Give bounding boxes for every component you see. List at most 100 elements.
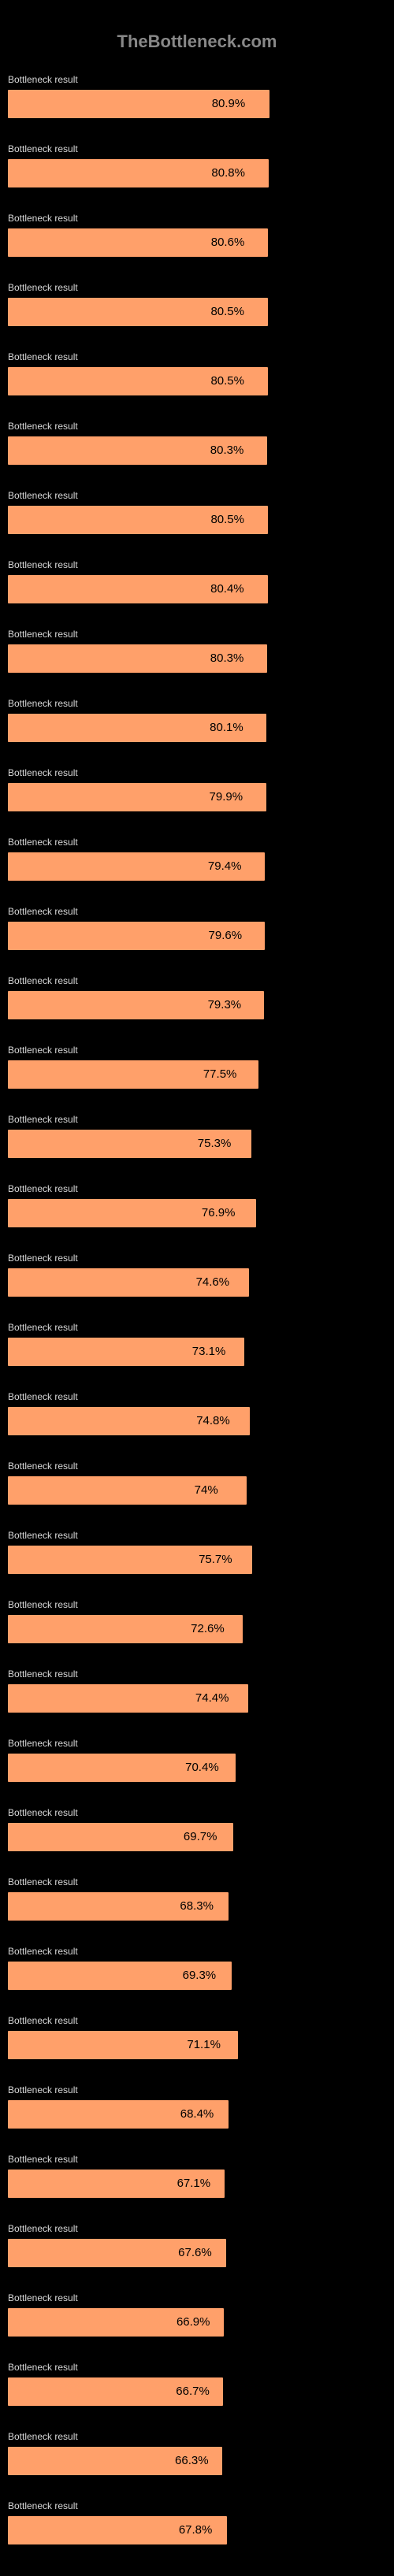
bar-value: 77.5% — [203, 1060, 237, 1089]
bar-wrap: 79.4% — [8, 852, 331, 881]
chart-row-label: Bottleneck result — [8, 1668, 386, 1680]
bar-value: 66.3% — [175, 2447, 209, 2475]
chart-row: Bottleneck result79.3% — [8, 975, 386, 1019]
chart-row: Bottleneck result80.4% — [8, 559, 386, 603]
bar-value: 67.8% — [179, 2516, 213, 2544]
chart-row-label: Bottleneck result — [8, 2015, 386, 2026]
chart-row-label: Bottleneck result — [8, 767, 386, 778]
chart-row-label: Bottleneck result — [8, 2154, 386, 2165]
bar-value: 80.9% — [212, 90, 246, 118]
chart-row: Bottleneck result 67.6% — [8, 2223, 386, 2267]
bar-wrap: 80.6% — [8, 228, 331, 257]
bar-value: 79.9% — [210, 783, 243, 811]
bar-wrap: 67.6% — [8, 2239, 331, 2267]
bar-value: 74.4% — [195, 1684, 229, 1713]
bar-value: 74.6% — [196, 1268, 230, 1297]
chart-row-label: Bottleneck result — [8, 2362, 386, 2373]
bar-value: 76.9% — [202, 1199, 236, 1227]
bar-value: 69.7% — [184, 1823, 217, 1851]
bar-wrap: 70.4% — [8, 1754, 331, 1782]
bar-wrap: 66.3% — [8, 2447, 331, 2475]
chart-row-label: Bottleneck result — [8, 490, 386, 501]
bar-wrap: 79.6% — [8, 922, 331, 950]
chart-row: Bottleneck result 76.9% — [8, 1183, 386, 1227]
bar-wrap: 80.3% — [8, 644, 331, 673]
bar-value: 79.6% — [209, 922, 243, 950]
bar-value: 80.1% — [210, 714, 243, 742]
bar-wrap: 80.8% — [8, 159, 331, 187]
bar-value: 75.7% — [199, 1546, 232, 1574]
chart-row: Bottleneck result 80.5% — [8, 490, 386, 534]
chart-row-label: Bottleneck result — [8, 698, 386, 709]
chart-row-label: Bottleneck result — [8, 837, 386, 848]
bar-wrap: 74.8% — [8, 1407, 331, 1435]
bar-value: 68.3% — [180, 1892, 214, 1921]
chart-row-label: Bottleneck result — [8, 1183, 386, 1194]
bar-wrap: 66.9% — [8, 2308, 331, 2337]
bar-value: 80.5% — [210, 506, 244, 534]
chart-row: Bottleneck result69.3% — [8, 1946, 386, 1990]
bar-wrap: 71.1% — [8, 2031, 331, 2059]
chart-row-label: Bottleneck result — [8, 1807, 386, 1818]
bar-wrap: 79.3% — [8, 991, 331, 1019]
chart-row: Bottleneck result 68.4% — [8, 2084, 386, 2129]
bar-wrap: 77.5% — [8, 1060, 331, 1089]
chart-row-label: Bottleneck result — [8, 421, 386, 432]
bar-value: 71.1% — [187, 2031, 221, 2059]
bar-value: 80.6% — [211, 228, 245, 257]
bar-value: 80.3% — [210, 436, 244, 465]
chart-row: Bottleneck result 69.7% — [8, 1807, 386, 1851]
bar-wrap: 80.4% — [8, 575, 331, 603]
chart-row-label: Bottleneck result — [8, 282, 386, 293]
bar-value: 68.4% — [180, 2100, 214, 2129]
chart-row-label: Bottleneck result — [8, 213, 386, 224]
bar-value: 79.3% — [208, 991, 242, 1019]
chart-row: Bottleneck result66.3% — [8, 2431, 386, 2475]
bar-wrap: 74.4% — [8, 1684, 331, 1713]
bar-wrap: 76.9% — [8, 1199, 331, 1227]
bar-wrap: 80.1% — [8, 714, 331, 742]
bar-value: 67.6% — [178, 2239, 212, 2267]
chart-row-label: Bottleneck result — [8, 906, 386, 917]
bar-value: 70.4% — [185, 1754, 219, 1782]
chart-row: Bottleneck result70.4% — [8, 1738, 386, 1782]
bar-value: 79.4% — [208, 852, 242, 881]
bar-wrap: 75.3% — [8, 1130, 331, 1158]
chart-row: Bottleneck result 66.7% — [8, 2362, 386, 2406]
chart-row-label: Bottleneck result — [8, 2084, 386, 2095]
bar-wrap: 69.7% — [8, 1823, 331, 1851]
chart-row: Bottleneck result 71.1% — [8, 2015, 386, 2059]
bar-value: 75.3% — [198, 1130, 232, 1158]
chart-row-label: Bottleneck result — [8, 1045, 386, 1056]
chart-row: Bottleneck result 75.7% — [8, 1530, 386, 1574]
chart-row-label: Bottleneck result — [8, 2223, 386, 2234]
bar-wrap: 66.7% — [8, 2377, 331, 2406]
chart-row: Bottleneck result75.3% — [8, 1114, 386, 1158]
bar-value: 80.5% — [210, 367, 244, 395]
chart-row: Bottleneck result 79.9% — [8, 767, 386, 811]
chart-row: Bottleneck result 79.4% — [8, 837, 386, 881]
chart-row: Bottleneck result 80.5% — [8, 351, 386, 395]
chart-row-label: Bottleneck result — [8, 1599, 386, 1610]
bar-value: 80.4% — [210, 575, 244, 603]
chart-row-label: Bottleneck result — [8, 629, 386, 640]
chart-row: Bottleneck result66.9% — [8, 2292, 386, 2337]
chart-row-label: Bottleneck result — [8, 1461, 386, 1472]
bar-wrap: 74.6% — [8, 1268, 331, 1297]
chart-row-label: Bottleneck result — [8, 351, 386, 362]
chart-row-label: Bottleneck result — [8, 2500, 386, 2511]
bar-value: 66.7% — [176, 2377, 210, 2406]
bar-value: 74.8% — [196, 1407, 230, 1435]
chart-row: Bottleneck result 79.6% — [8, 906, 386, 950]
bar-wrap: 67.8% — [8, 2516, 331, 2544]
bar-value: 72.6% — [191, 1615, 225, 1643]
chart-row-label: Bottleneck result — [8, 1530, 386, 1541]
bar-value: 67.1% — [177, 2170, 211, 2198]
chart-row-label: Bottleneck result — [8, 1391, 386, 1402]
chart-row-label: Bottleneck result — [8, 1946, 386, 1957]
bar-wrap: 80.9% — [8, 90, 331, 118]
chart-row: Bottleneck result 67.1% — [8, 2154, 386, 2198]
chart-row: Bottleneck result 80.3% — [8, 421, 386, 465]
chart-row-label: Bottleneck result — [8, 1876, 386, 1887]
chart-row: Bottleneck result 68.3% — [8, 1876, 386, 1921]
